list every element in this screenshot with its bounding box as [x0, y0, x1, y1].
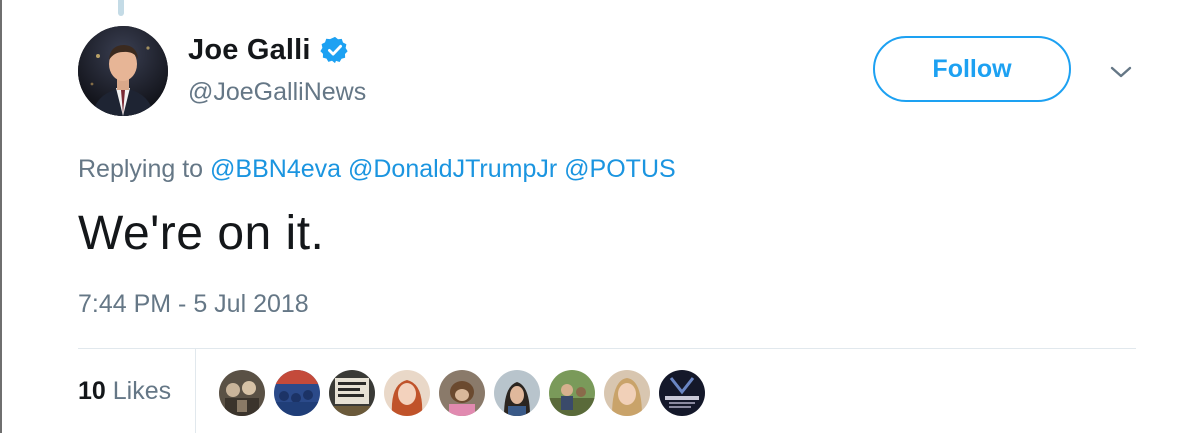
likes-stat[interactable]: 10 Likes: [78, 377, 171, 406]
tweet-card: Joe Galli @JoeGalliNews Follow Replying …: [0, 0, 1200, 433]
tweet-timestamp[interactable]: 7:44 PM - 5 Jul 2018: [78, 290, 309, 319]
chevron-down-icon[interactable]: [1108, 62, 1134, 82]
liker-avatar[interactable]: [658, 369, 706, 417]
liker-avatar[interactable]: [328, 369, 376, 417]
liker-avatar[interactable]: [273, 369, 321, 417]
stats-divider: [78, 348, 1136, 349]
author-name-row: Joe Galli: [188, 32, 366, 68]
tweet-text: We're on it.: [78, 207, 325, 260]
left-edge-border: [0, 0, 2, 433]
liker-avatar[interactable]: [383, 369, 431, 417]
liker-avatar[interactable]: [493, 369, 541, 417]
follow-button[interactable]: Follow: [873, 36, 1071, 102]
likes-label: Likes: [112, 377, 172, 405]
author-display-name[interactable]: Joe Galli: [188, 34, 311, 67]
mention-link[interactable]: @BBN4eva: [210, 155, 341, 183]
author-avatar[interactable]: [78, 26, 168, 116]
replying-to-line: Replying to @BBN4eva @DonaldJTrumpJr @PO…: [78, 155, 676, 184]
verified-badge-icon: [320, 35, 350, 65]
liker-avatar[interactable]: [603, 369, 651, 417]
author-handle[interactable]: @JoeGalliNews: [188, 78, 366, 107]
liker-avatar[interactable]: [548, 369, 596, 417]
liker-avatar[interactable]: [218, 369, 266, 417]
mention-link[interactable]: @DonaldJTrumpJr: [348, 155, 557, 183]
likes-count: 10: [78, 377, 106, 405]
thread-connector-line: [118, 0, 124, 16]
liker-avatar[interactable]: [438, 369, 486, 417]
author-info: Joe Galli @JoeGalliNews: [188, 32, 366, 107]
replying-to-label: Replying to: [78, 155, 204, 183]
mention-link[interactable]: @POTUS: [564, 155, 676, 183]
stats-separator: [195, 349, 196, 433]
